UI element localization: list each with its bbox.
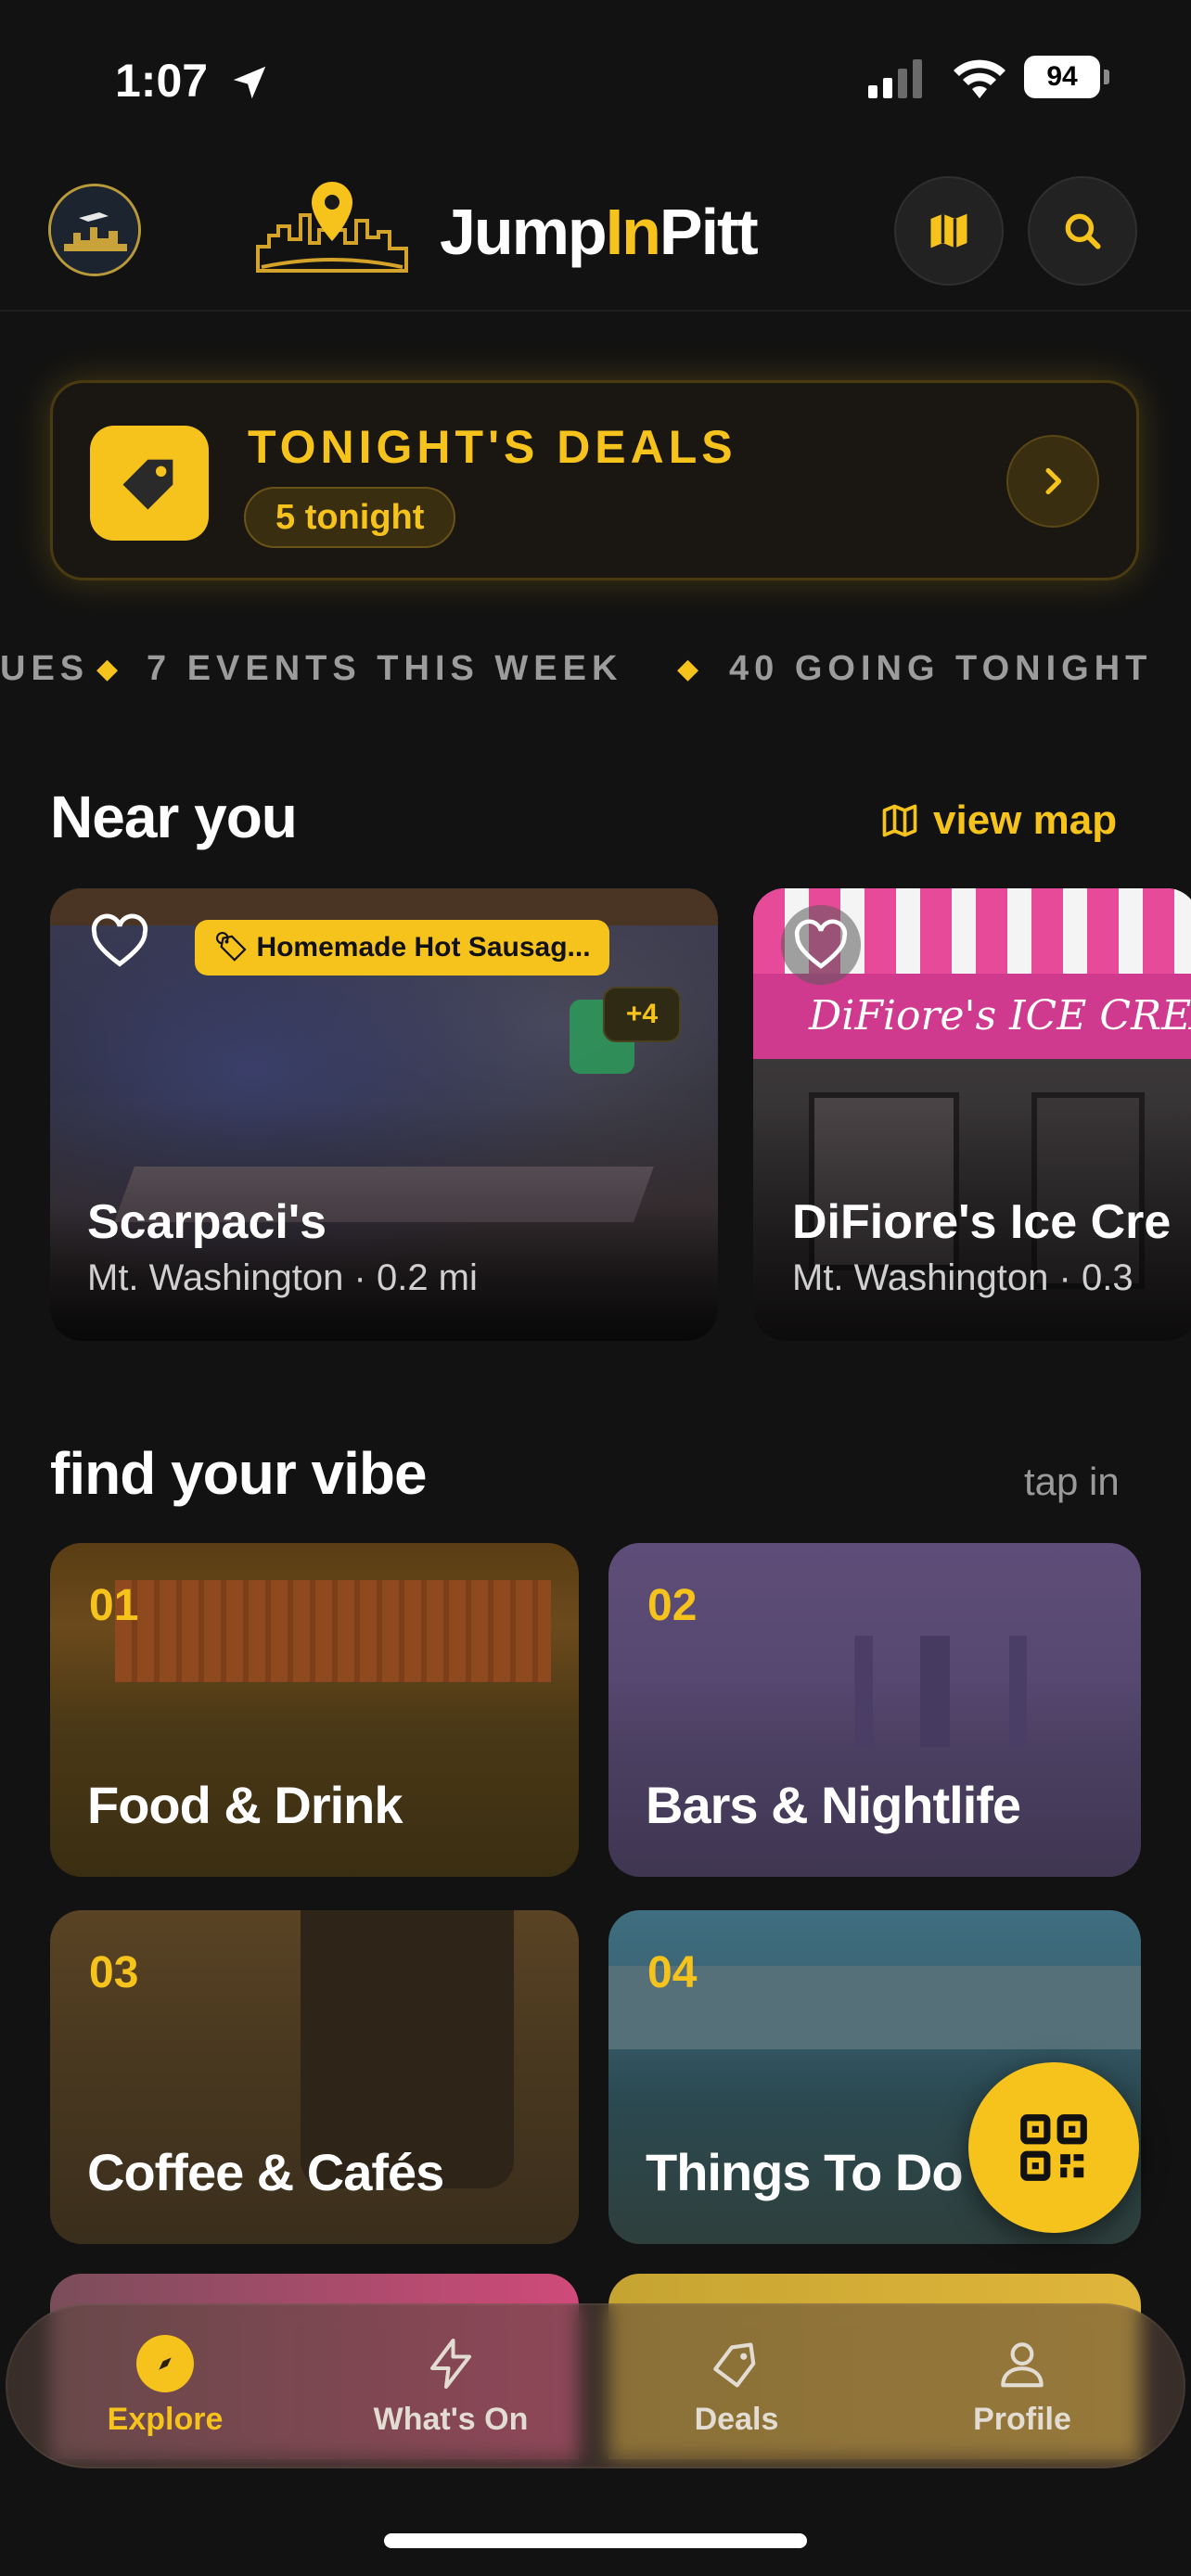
tab-label: What's On (373, 2401, 529, 2437)
tile-label: Coffee & Cafés (87, 2143, 444, 2201)
tile-number: 01 (89, 1581, 139, 1630)
qr-code-icon (1020, 2114, 1087, 2181)
tag-icon (122, 459, 173, 510)
place-name: DiFiore's Ice Cre (792, 1195, 1172, 1249)
tile-label: Things To Do (646, 2143, 964, 2201)
cellular-signal-icon (868, 59, 922, 98)
wifi-icon (954, 59, 1005, 98)
tag-icon (713, 2342, 756, 2387)
tile-number: 04 (647, 1948, 698, 1997)
home-indicator (384, 2533, 807, 2548)
heart-icon (91, 913, 148, 967)
tap-in-hint: tap in (1024, 1460, 1120, 1503)
lightning-icon (430, 2338, 471, 2389)
tile-label: Food & Drink (87, 1776, 403, 1834)
location-arrow-icon (233, 66, 266, 99)
near-you-title: Near you (50, 784, 298, 850)
ticker-item: 7 EVENTS THIS WEEK (147, 649, 623, 688)
deals-chevron-button[interactable] (1006, 435, 1099, 528)
deal-tag: 🏷 Homemade Hot Sausag... (195, 920, 609, 976)
qr-scan-button[interactable] (968, 2062, 1139, 2233)
tab-explore[interactable]: Explore (26, 2303, 304, 2468)
tile-number: 02 (647, 1581, 698, 1630)
stats-ticker: UES ◆ 7 EVENTS THIS WEEK ◆ 40 GOING TONI… (0, 649, 1191, 701)
storefront-sign: DiFiore's ICE CREAM (753, 974, 1191, 1059)
extra-deals-badge: +4 (603, 987, 681, 1042)
bottom-tab-bar: Explore What's On Deals Profile (6, 2303, 1185, 2468)
battery-level: 94 (1046, 61, 1078, 92)
search-icon (1065, 213, 1101, 249)
chevron-right-icon (1045, 467, 1062, 495)
tile-label: Bars & Nightlife (646, 1776, 1021, 1834)
app-brand-title: JumpInPitt (440, 196, 759, 268)
tonights-deals-banner[interactable]: TONIGHT'S DEALS 5 tonight (50, 380, 1139, 580)
tab-label: Explore (107, 2401, 224, 2437)
search-button[interactable] (1028, 176, 1137, 286)
place-name: Scarpaci's (87, 1195, 327, 1249)
place-card[interactable]: 🏷 Homemade Hot Sausag... +4 Scarpaci's M… (50, 888, 718, 1341)
person-icon (1001, 2341, 1044, 2387)
deals-tag-icon-box (90, 426, 209, 541)
favorite-button[interactable] (781, 905, 861, 985)
battery-indicator: 94 (1024, 56, 1109, 102)
tab-profile[interactable]: Profile (883, 2303, 1161, 2468)
tag-small-icon: 🏷 (213, 932, 250, 963)
compass-icon (136, 2334, 194, 2392)
place-meta: Mt. Washington · 0.3 (792, 1257, 1133, 1298)
vibe-tile-coffee-cafes[interactable]: 03 Coffee & Cafés (50, 1910, 579, 2244)
ticker-item: UES (0, 649, 90, 688)
header-divider (0, 310, 1191, 312)
jumpinpitt-logo (256, 182, 408, 273)
vibe-tile-food-drink[interactable]: 01 Food & Drink (50, 1543, 579, 1877)
tab-label: Profile (973, 2401, 1071, 2437)
place-meta: Mt. Washington · 0.2 mi (87, 1257, 478, 1298)
tab-whats-on[interactable]: What's On (312, 2303, 590, 2468)
map-icon (930, 213, 967, 249)
favorite-button[interactable] (80, 901, 160, 981)
diamond-separator-icon: ◆ (677, 654, 705, 684)
deals-title: TONIGHT'S DEALS (248, 421, 737, 473)
view-map-label: view map (933, 797, 1118, 843)
view-map-link[interactable]: view map (879, 797, 1117, 844)
tab-label: Deals (694, 2401, 779, 2437)
status-time: 1:07 (115, 55, 209, 107)
avatar[interactable] (48, 184, 141, 276)
map-outline-icon (882, 804, 917, 837)
deal-tag-text: Homemade Hot Sausag... (256, 932, 591, 963)
tile-image (115, 1580, 551, 1682)
place-card[interactable]: DiFiore's ICE CREAM DiFiore's Ice Cre Mt… (753, 888, 1191, 1341)
ticker-item: 40 GOING TONIGHT (729, 649, 1153, 688)
tab-deals[interactable]: Deals (597, 2303, 876, 2468)
find-your-vibe-title: find your vibe (50, 1440, 428, 1507)
skyline-avatar-icon (51, 186, 138, 274)
heart-icon (794, 919, 848, 969)
deals-count-badge: 5 tonight (244, 487, 456, 548)
diamond-separator-icon: ◆ (96, 654, 124, 684)
map-button[interactable] (894, 176, 1004, 286)
tile-number: 03 (89, 1948, 139, 1997)
vibe-tile-bars-nightlife[interactable]: 02 Bars & Nightlife (608, 1543, 1141, 1877)
tile-image (831, 1636, 1128, 1747)
